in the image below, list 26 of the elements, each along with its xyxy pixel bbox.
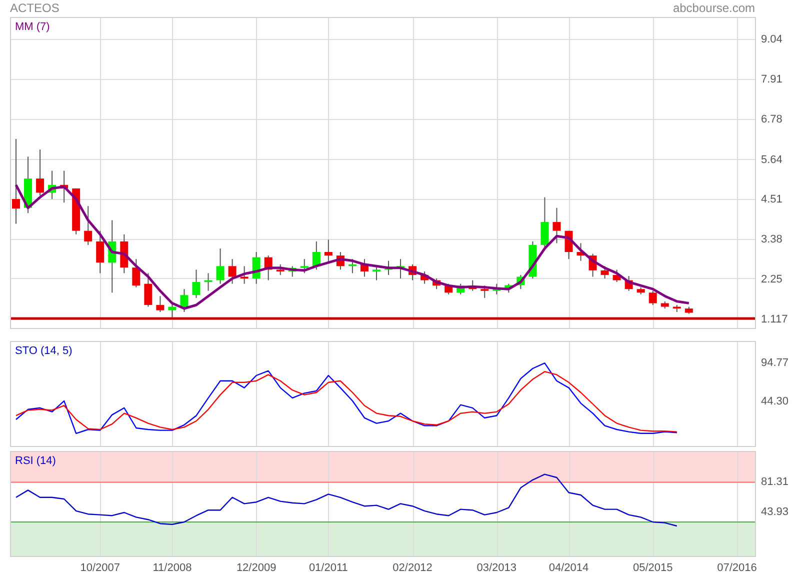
- axis-label: 03/2013: [476, 562, 517, 574]
- axis-label: 01/2011: [308, 562, 348, 574]
- axis-label: 1.117: [761, 314, 788, 326]
- axis-label: 05/2015: [632, 562, 673, 574]
- axis-label: 10/2007: [80, 562, 120, 574]
- axis-label: 4.51: [761, 194, 782, 206]
- legend-label: MM (7): [15, 21, 50, 33]
- axis-label: 43.93: [761, 506, 789, 518]
- source-label: abcbourse.com: [672, 0, 755, 17]
- legend-label: STO (14, 5): [15, 345, 72, 357]
- axis-label: 94.77: [761, 356, 789, 369]
- axis-label: 9.04: [761, 34, 782, 46]
- axis-label: 81.31: [761, 476, 789, 488]
- chart-title: ACTEOS: [10, 0, 60, 17]
- axis-label: 6.78: [761, 114, 782, 126]
- axis-label: 2.25: [761, 274, 782, 286]
- axis-label: 12/2009: [236, 562, 276, 574]
- axis-label: 44.30: [761, 396, 789, 408]
- axis-label: 07/2016: [717, 562, 757, 574]
- axis-label: 04/2014: [548, 562, 589, 574]
- axis-label: 5.64: [761, 154, 782, 166]
- legend-label: RSI (14): [15, 455, 56, 467]
- axis-label: 7.91: [761, 74, 782, 86]
- axis-label: 11/2008: [152, 562, 192, 574]
- axis-label: 3.38: [761, 234, 782, 246]
- axis-label: 02/2012: [392, 562, 432, 574]
